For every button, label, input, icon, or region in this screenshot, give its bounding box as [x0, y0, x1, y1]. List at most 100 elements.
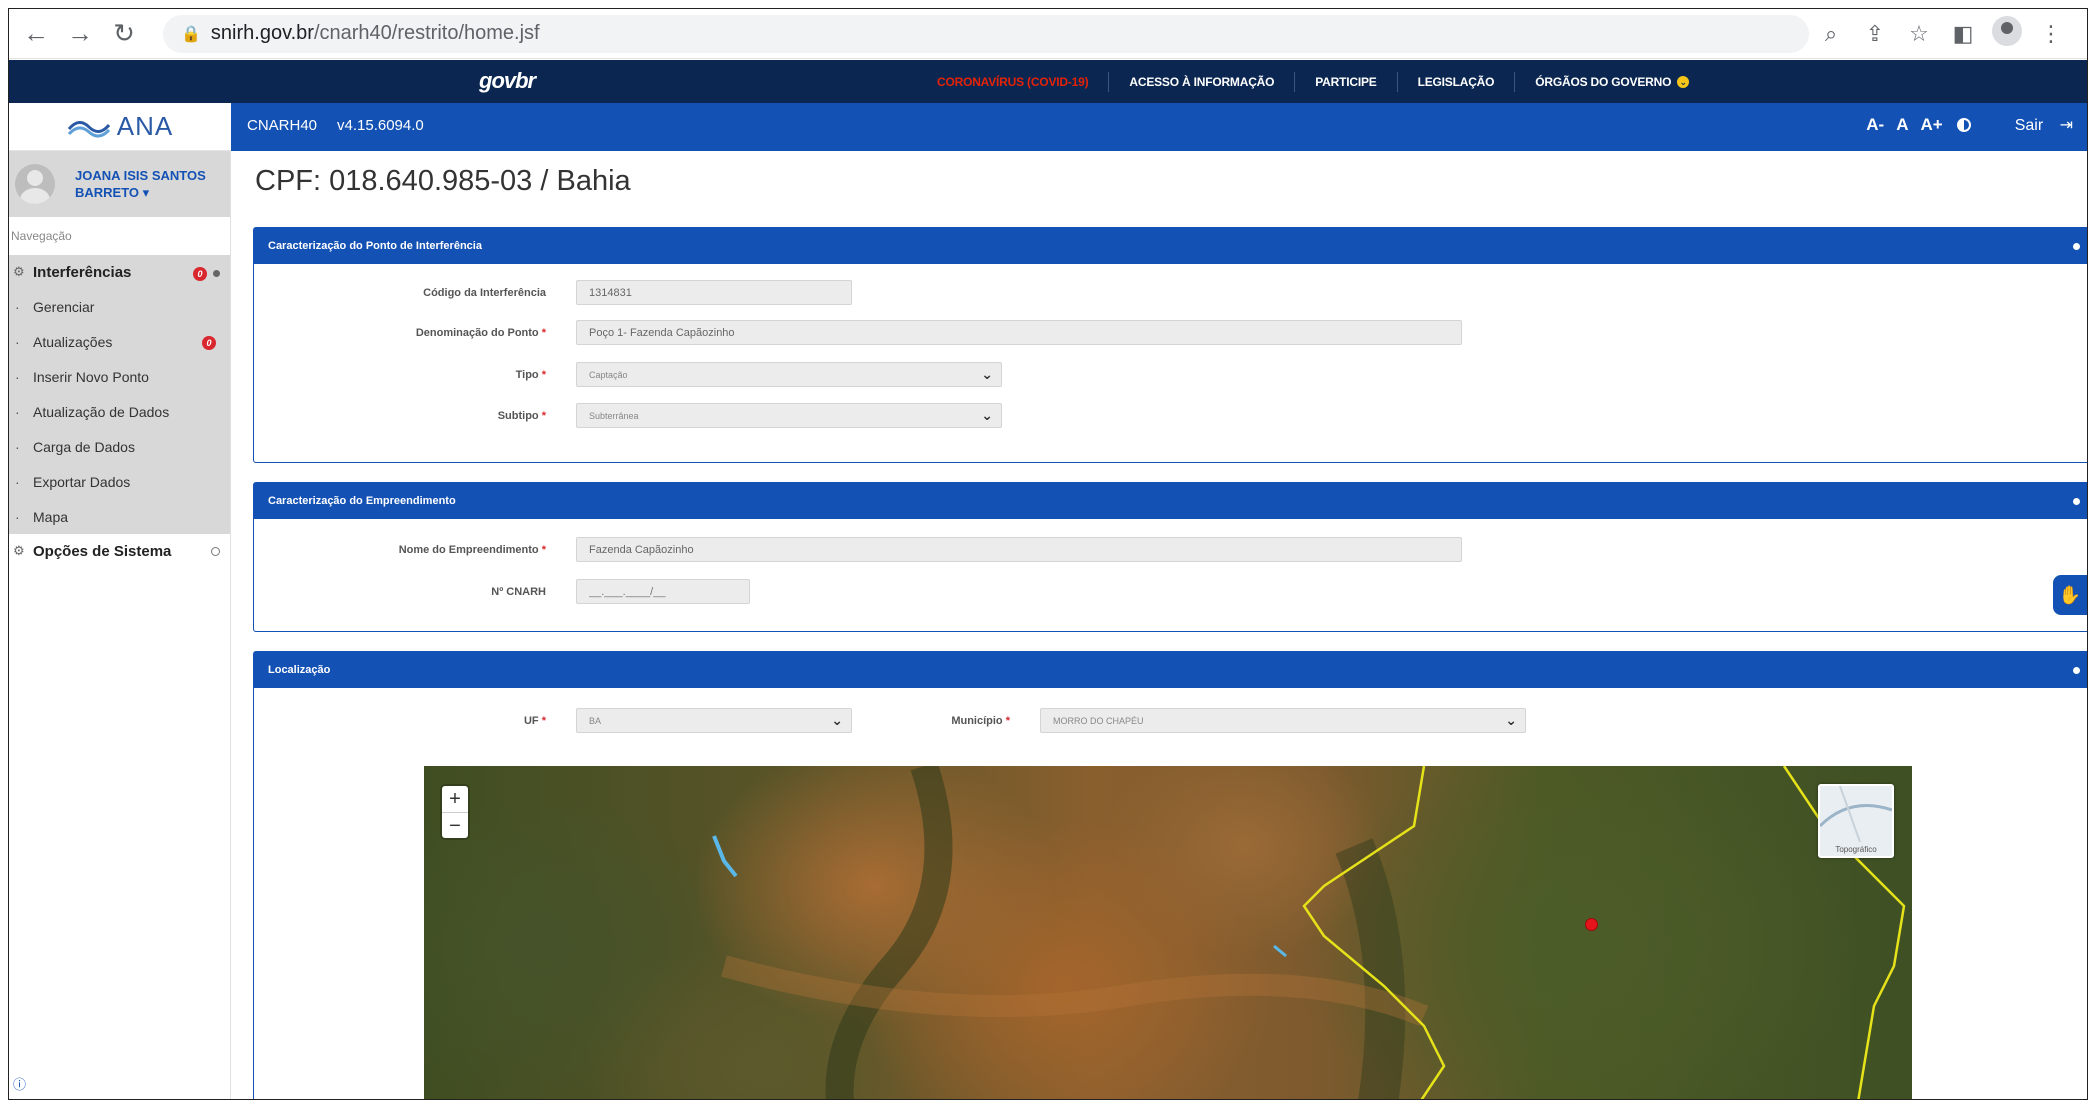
logout-label: Sair	[2014, 117, 2044, 134]
zoom-in-button[interactable]: +	[442, 786, 468, 812]
font-decrease-button[interactable]: A-	[1866, 115, 1884, 135]
sidebar-item-label: Mapa	[33, 508, 69, 525]
ana-wave-icon	[67, 120, 110, 137]
nav-group-interferencias[interactable]: ⚙ Interferências 0	[9, 255, 230, 289]
badge-container: 0	[193, 264, 220, 281]
collapse-icon[interactable]	[2073, 497, 2080, 505]
badge-container	[211, 543, 220, 560]
zoom-out-button[interactable]: −	[442, 812, 468, 838]
back-icon[interactable]: ←	[19, 18, 53, 49]
sidebar-item-mapa[interactable]: · Mapa	[9, 499, 230, 534]
contrast-icon[interactable]	[1956, 118, 1971, 132]
reload-icon[interactable]: ↻	[107, 18, 141, 49]
menu-icon[interactable]: ⋮	[2029, 21, 2073, 47]
nav-group-opcoes[interactable]: ⚙ Opções de Sistema	[9, 534, 230, 568]
tipo-select[interactable]: Captação ⌄	[576, 362, 1002, 387]
user-panel[interactable]: JOANA ISIS SANTOS BARRETO ▾	[9, 151, 230, 217]
zoom-icon[interactable]: ⌕	[1809, 21, 1853, 47]
profile-icon[interactable]	[1985, 15, 2029, 52]
layer-label: Topográfico	[1835, 845, 1877, 854]
chevron-down-icon: ⌄	[1505, 712, 1517, 728]
share-icon[interactable]: ⇪	[1853, 21, 1897, 47]
required-mark: *	[541, 369, 546, 381]
page-title: CPF: 018.640.985-03 / Bahia	[255, 165, 631, 197]
panel-header[interactable]: Caracterização do Empreendimento	[254, 483, 2087, 519]
main-content: CPF: 018.640.985-03 / Bahia Caracterizaç…	[231, 151, 2087, 1099]
gov-bar: govbr CORONAVÍRUS (COVID-19) ACESSO À IN…	[9, 60, 2087, 103]
gov-link-legislacao[interactable]: LEGISLAÇÃO	[1398, 71, 1516, 92]
font-normal-button[interactable]: A	[1896, 115, 1908, 135]
cnarh-input[interactable]	[576, 579, 750, 604]
required-mark: *	[541, 715, 546, 727]
gear-icon: ⚙	[13, 543, 25, 558]
map-overlay	[712, 766, 1906, 1099]
gear-icon: ⚙	[13, 264, 25, 279]
url-path: /cnarh40/restrito/home.jsf	[313, 22, 540, 44]
ana-logo[interactable]: ANA	[9, 103, 231, 151]
uf-label: UF *	[346, 715, 546, 727]
subtipo-select[interactable]: Subterrânea ⌄	[576, 403, 1002, 428]
nome-empreendimento-label-text: Nome do Empreendimento	[398, 544, 539, 556]
map-marker-icon[interactable]	[1585, 918, 1598, 931]
user-name[interactable]: JOANA ISIS SANTOS BARRETO ▾	[75, 167, 215, 201]
required-mark: *	[541, 410, 546, 422]
required-mark: *	[541, 327, 546, 339]
cnarh-label: Nº CNARH	[346, 586, 546, 598]
gov-link-acesso[interactable]: ACESSO À INFORMAÇÃO	[1109, 71, 1296, 92]
subtipo-label-text: Subtipo	[497, 410, 539, 422]
municipio-label: Município *	[810, 715, 1010, 727]
map-view[interactable]: + − Topográfico	[424, 766, 1912, 1099]
collapse-icon[interactable]	[2073, 666, 2080, 674]
sidepanel-icon[interactable]: ◧	[1941, 21, 1985, 47]
tipo-label-text: Tipo	[515, 369, 539, 381]
help-icon[interactable]: ⓘ	[13, 1074, 26, 1093]
sidebar-item-carga-de-dados[interactable]: · Carga de Dados	[9, 429, 230, 464]
nav-group-label: Interferências	[33, 263, 132, 281]
gov-link-orgaos[interactable]: ÓRGÃOS DO GOVERNO ⌄	[1515, 72, 1709, 92]
nome-empreendimento-label: Nome do Empreendimento *	[346, 544, 546, 556]
bullet-icon: ·	[15, 508, 20, 525]
map-layer-switcher[interactable]: Topográfico	[1818, 784, 1894, 858]
sidebar-item-inserir-novo-ponto[interactable]: · Inserir Novo Ponto	[9, 359, 230, 394]
municipio-select[interactable]: MORRO DO CHAPÉU ⌄	[1040, 708, 1526, 733]
status-ring	[211, 546, 220, 556]
panel-title: Localização	[268, 664, 331, 676]
panel-header[interactable]: Caracterização do Ponto de Interferência	[254, 228, 2087, 264]
address-bar[interactable]: 🔒 snirh.gov.br/cnarh40/restrito/home.jsf	[163, 14, 1809, 53]
sidebar-item-atualizacao-de-dados[interactable]: · Atualização de Dados	[9, 394, 230, 429]
font-increase-button[interactable]: A+	[1920, 115, 1942, 135]
forward-icon[interactable]: →	[63, 18, 97, 49]
denominacao-input[interactable]	[576, 320, 1462, 345]
govbr-logo[interactable]: govbr	[479, 68, 536, 94]
logout-button[interactable]: Sair ⇥	[2003, 115, 2073, 135]
gov-links: CORONAVÍRUS (COVID-19) ACESSO À INFORMAÇ…	[917, 60, 1709, 103]
gov-link-participe[interactable]: PARTICIPE	[1295, 71, 1398, 92]
subtipo-label: Subtipo *	[346, 410, 546, 422]
cnarh-label-text: Nº CNARH	[491, 586, 546, 598]
vlibras-accessibility-icon[interactable]: ✋	[2053, 575, 2087, 615]
panel-header[interactable]: Localização	[254, 652, 2087, 688]
panel-title: Caracterização do Empreendimento	[268, 495, 456, 507]
gov-link-covid[interactable]: CORONAVÍRUS (COVID-19)	[917, 71, 1110, 92]
accessibility-controls: A- A A+ Sair ⇥	[1854, 115, 2073, 135]
sidebar: JOANA ISIS SANTOS BARRETO ▾ Navegação ⚙ …	[9, 151, 231, 1099]
collapse-icon[interactable]	[2073, 242, 2080, 250]
avatar	[15, 164, 55, 204]
nav-label: Navegação	[11, 229, 72, 243]
codigo-input[interactable]	[576, 280, 852, 305]
sidebar-item-atualizacoes[interactable]: · Atualizações 0	[9, 324, 230, 359]
app-name: CNARH40	[247, 117, 318, 134]
lock-icon: 🔒	[181, 25, 201, 43]
nome-empreendimento-input[interactable]	[576, 537, 1462, 562]
panel-ponto-interferencia: Caracterização do Ponto de Interferência…	[253, 227, 2087, 463]
sidebar-item-exportar-dados[interactable]: · Exportar Dados	[9, 464, 230, 499]
uf-label-text: UF	[523, 715, 539, 727]
chevron-down-icon: ⌄	[981, 407, 993, 423]
sidebar-item-gerenciar[interactable]: · Gerenciar	[9, 289, 230, 324]
sidebar-item-label: Atualizações	[33, 333, 113, 350]
star-icon[interactable]: ☆	[1897, 21, 1941, 47]
denominacao-label-text: Denominação do Ponto	[415, 327, 539, 339]
url-host: snirh.gov.br	[210, 22, 314, 44]
status-dot	[213, 269, 220, 277]
sidebar-item-label: Carga de Dados	[33, 438, 135, 455]
